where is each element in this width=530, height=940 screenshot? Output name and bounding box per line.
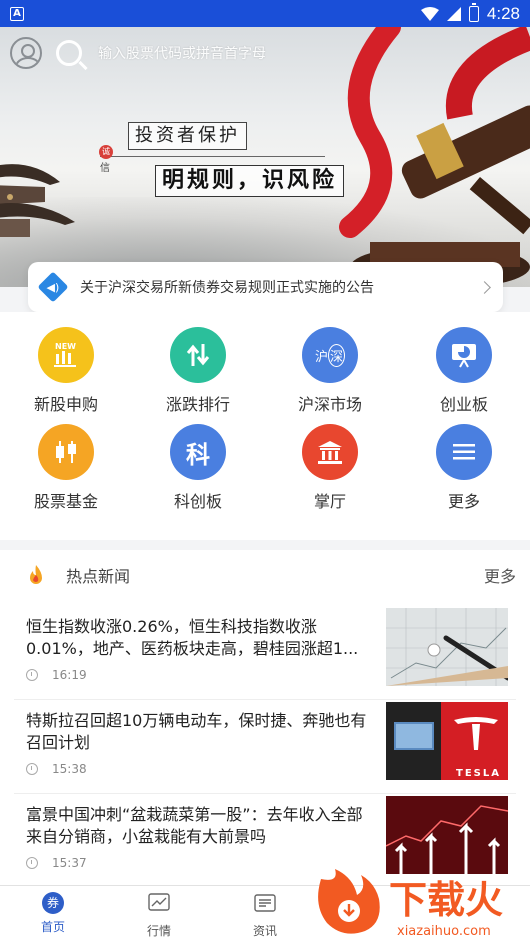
banner-divider (100, 156, 325, 157)
battery-icon (468, 2, 479, 22)
grid-label: 创业板 (439, 395, 488, 414)
grid-item-hall[interactable]: 掌厅 (264, 424, 396, 520)
banner[interactable]: 输入股票代码或拼音首字母 投资者保护 诚 信 明规则，识风险 (0, 27, 530, 287)
search-placeholder[interactable]: 输入股票代码或拼音首字母 (98, 43, 266, 63)
app-notification-icon: A (10, 6, 24, 21)
hot-news-section: 热点新闻 更多 恒生指数收涨0.26%，恒生科技指数收涨0.01%，地产、医药板… (0, 550, 530, 885)
grid-item-more[interactable]: 更多 (398, 424, 530, 520)
news-more-link[interactable]: 更多 (484, 563, 516, 587)
user-avatar-icon[interactable] (10, 37, 42, 69)
tab-news[interactable]: 资讯 (225, 892, 305, 939)
market-chart-icon (148, 893, 170, 911)
pen-chart-photo[interactable] (386, 608, 508, 686)
banner-tag: 投资者保护 (128, 122, 247, 150)
news-time: 15:38 (26, 762, 87, 776)
news-header: 热点新闻 更多 (0, 550, 530, 600)
tab-market[interactable]: 行情 (119, 892, 199, 939)
tab-home[interactable]: 券 首页 (13, 892, 93, 935)
tesla-photo[interactable]: TESLA (386, 702, 508, 780)
banner-slogan: 明规则，识风险 (155, 165, 345, 197)
clock-icon (26, 669, 38, 681)
chevron-right-icon[interactable] (478, 280, 491, 294)
grid-item-rank[interactable]: 涨跌排行 (132, 327, 264, 423)
grid-label: 掌厅 (313, 492, 346, 511)
news-section-title: 热点新闻 (66, 567, 131, 586)
news-item[interactable]: 特斯拉召回超10万辆电动车，保时捷、奔驰也有召回计划 15:38 TESLA (14, 702, 516, 794)
clock-icon (26, 857, 38, 869)
speaker-icon: ◀) (37, 271, 69, 303)
candlestick-icon (38, 424, 94, 480)
sci-tech-icon: 科 (170, 424, 226, 480)
nav-label: 首页 (40, 920, 65, 934)
grid-label: 涨跌排行 (165, 395, 230, 414)
svg-text:NEW: NEW (55, 342, 76, 351)
grid-item-new-stock[interactable]: NEW 新股申购 (0, 327, 132, 423)
grid-label: 新股申购 (33, 395, 98, 414)
status-bar: A 4:28 (0, 0, 530, 27)
svg-text:下载火: 下载火 (389, 878, 503, 922)
clock-icon (26, 763, 38, 775)
rank-arrows-icon (170, 327, 226, 383)
grid-item-star-market[interactable]: 科 科创板 (132, 424, 264, 520)
grid-item-chinext[interactable]: 创业板 (398, 327, 530, 423)
grid-label: 更多 (447, 492, 480, 511)
search-box[interactable]: 输入股票代码或拼音首字母 (56, 35, 356, 71)
svg-text:xiazaihuo.com: xiazaihuo.com (397, 924, 491, 939)
svg-text:TESLA: TESLA (456, 768, 501, 779)
flame-icon (30, 565, 42, 584)
bank-hall-icon (302, 424, 358, 480)
menu-icon (436, 424, 492, 480)
new-stock-icon: NEW (38, 327, 94, 383)
announcement-bar[interactable]: ◀) 关于沪深交易所新债券交易规则正式实施的公告 (28, 262, 503, 312)
sh-sz-market-icon: 沪深 (302, 327, 358, 383)
grid-label: 沪深市场 (297, 395, 362, 414)
announcement-text[interactable]: 关于沪深交易所新债券交易规则正式实施的公告 (80, 277, 374, 297)
chart-board-icon (436, 327, 492, 383)
news-time: 16:19 (26, 668, 87, 682)
grid-item-sh-sz[interactable]: 沪深 沪深市场 (264, 327, 396, 423)
quick-menu-grid: NEW 新股申购 涨跌排行 沪深 沪深市场 创业板 股票基金 科 科创板 掌厅 … (0, 312, 530, 540)
home-coin-icon: 券 (42, 892, 64, 914)
status-time: 4:28 (486, 3, 520, 23)
stock-arrows-photo[interactable] (386, 796, 508, 874)
signal-icon (446, 6, 461, 21)
nav-label: 行情 (146, 924, 171, 938)
news-time: 15:37 (26, 856, 87, 870)
wifi-icon (420, 6, 439, 21)
header-row: 输入股票代码或拼音首字母 (0, 27, 530, 79)
news-doc-icon (254, 894, 276, 912)
news-headline[interactable]: 特斯拉召回超10万辆电动车，保时捷、奔驰也有召回计划 (26, 710, 376, 754)
pagoda-illustration (0, 164, 75, 237)
grid-item-stock-fund[interactable]: 股票基金 (0, 424, 132, 520)
news-item[interactable]: 恒生指数收涨0.26%，恒生科技指数收涨0.01%，地产、医药板块走高，碧桂园涨… (14, 608, 516, 700)
nav-label: 资讯 (252, 924, 277, 938)
banner-seal-sub: 信 (100, 163, 110, 174)
search-icon[interactable] (56, 40, 82, 66)
banner-seal: 诚 (99, 145, 113, 159)
news-headline[interactable]: 富景中国冲刺“盆栽蔬菜第一股”：去年收入全部来自分销商，小盆栽能有大前景吗 (26, 804, 376, 848)
xiazaihuo-watermark: 下载火 xiazaihuo.com (318, 869, 503, 939)
app-screen: A 4:28 输入股票代码或拼音首字母 投资者保护 诚 信 明规则，识风险 ◀)… (0, 0, 530, 940)
grid-label: 股票基金 (33, 492, 98, 511)
news-headline[interactable]: 恒生指数收涨0.26%，恒生科技指数收涨0.01%，地产、医药板块走高，碧桂园涨… (26, 616, 376, 660)
grid-label: 科创板 (173, 492, 222, 511)
